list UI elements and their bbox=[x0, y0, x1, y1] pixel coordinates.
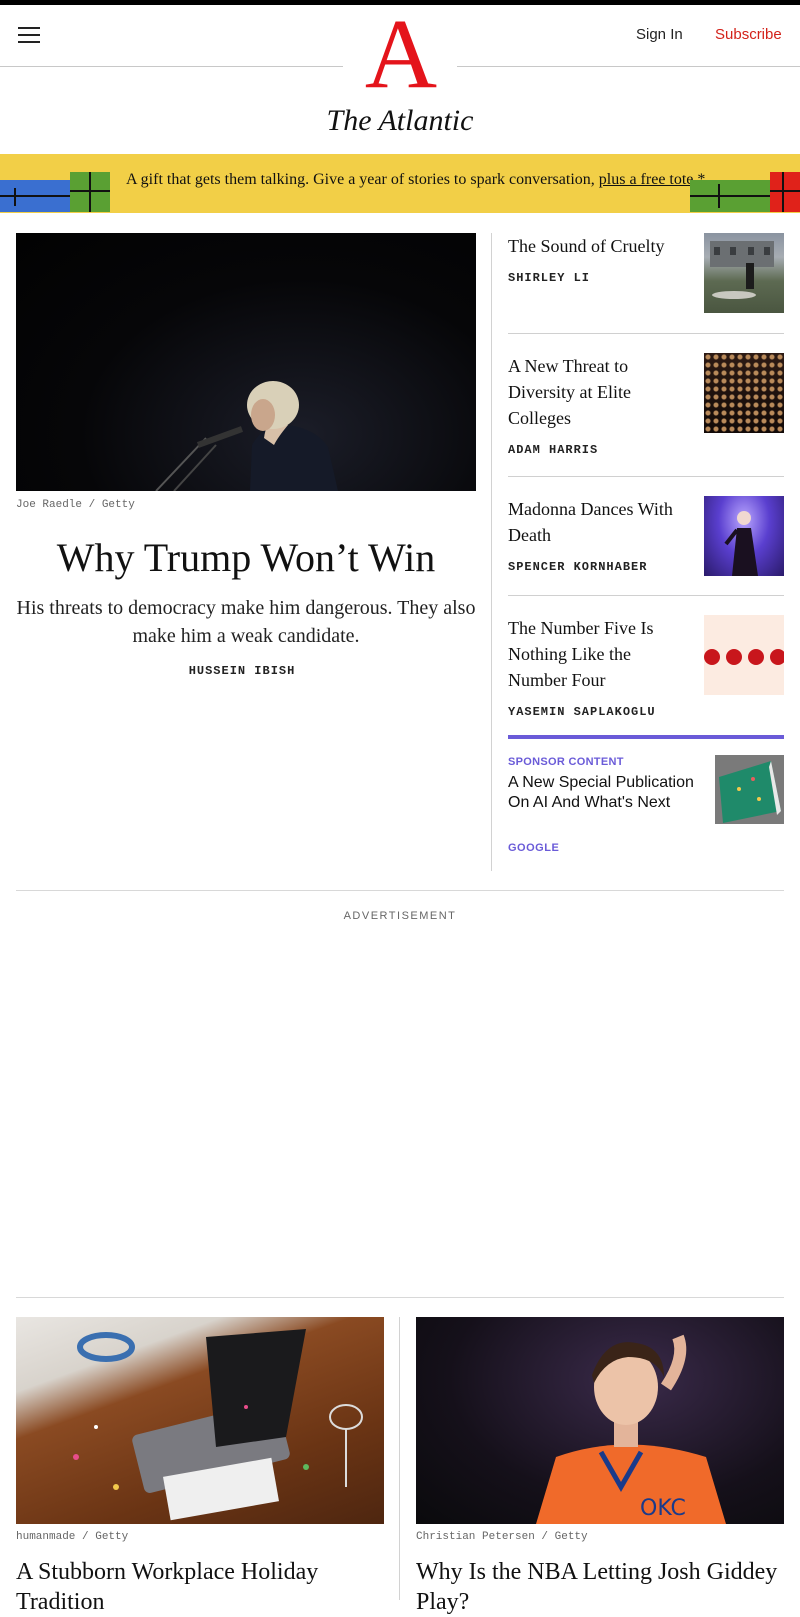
side-story-thumbnail[interactable] bbox=[704, 496, 784, 576]
side-separator bbox=[508, 333, 784, 334]
side-story-thumbnail[interactable] bbox=[704, 615, 784, 695]
hero-dek: His threats to democracy make him danger… bbox=[16, 597, 476, 647]
card-photo-credit: Christian Petersen / Getty bbox=[416, 1531, 588, 1543]
sponsor-title[interactable]: A New Special Publication On AI And What… bbox=[508, 773, 698, 813]
card-image[interactable] bbox=[16, 1317, 384, 1524]
side-story-byline[interactable]: YASEMIN SAPLAKOGLU bbox=[508, 705, 656, 719]
side-separator bbox=[508, 595, 784, 596]
section-divider bbox=[16, 890, 784, 891]
hero-photo-credit: Joe Raedle / Getty bbox=[16, 499, 135, 511]
promo-text: A gift that gets them talking. Give a ye… bbox=[126, 171, 705, 189]
side-story-thumbnail[interactable] bbox=[704, 353, 784, 433]
subscribe-link[interactable]: Subscribe bbox=[715, 26, 782, 43]
card-title[interactable]: Why Is the NBA Letting Josh Giddey Play? bbox=[416, 1557, 784, 1617]
sponsor-accent-bar bbox=[508, 735, 784, 739]
sponsor-label: SPONSOR CONTENT bbox=[508, 756, 624, 768]
card-photo-credit: humanmade / Getty bbox=[16, 1531, 129, 1543]
gift-box-icon bbox=[0, 180, 72, 212]
atlantic-logo[interactable]: A bbox=[350, 4, 450, 104]
gift-box-icon bbox=[70, 172, 110, 212]
free-tote-link[interactable]: plus a free tote. bbox=[599, 171, 698, 188]
sign-in-link[interactable]: Sign In bbox=[636, 26, 683, 43]
card-title[interactable]: A Stubborn Workplace Holiday Tradition bbox=[16, 1557, 384, 1617]
hero-byline[interactable]: HUSSEIN IBISH bbox=[16, 664, 468, 678]
side-separator bbox=[508, 476, 784, 477]
side-story-title[interactable]: The Number Five Is Nothing Like the Numb… bbox=[508, 615, 688, 693]
side-story-byline[interactable]: ADAM HARRIS bbox=[508, 443, 598, 457]
card-divider bbox=[399, 1317, 400, 1600]
gift-box-icon bbox=[690, 180, 772, 212]
sponsor-thumbnail[interactable] bbox=[715, 755, 784, 824]
promo-copy: A gift that gets them talking. Give a ye… bbox=[126, 171, 599, 188]
hero-image[interactable] bbox=[16, 233, 476, 491]
hero-headline[interactable]: Why Trump Won’t Win bbox=[16, 534, 476, 582]
svg-text:OKC: OKC bbox=[640, 1496, 686, 1521]
card-image[interactable]: OKC bbox=[416, 1317, 784, 1524]
menu-icon[interactable] bbox=[18, 26, 40, 44]
header-rule-right bbox=[457, 66, 800, 67]
advertisement-label: ADVERTISEMENT bbox=[343, 910, 457, 922]
gift-box-icon bbox=[770, 172, 800, 212]
gift-promo-banner[interactable]: A gift that gets them talking. Give a ye… bbox=[0, 154, 800, 213]
side-story-byline[interactable]: SPENCER KORNHABER bbox=[508, 560, 647, 574]
side-story-thumbnail[interactable] bbox=[704, 233, 784, 313]
side-story-byline[interactable]: SHIRLEY LI bbox=[508, 271, 590, 285]
header-rule-left bbox=[0, 66, 343, 67]
side-story-title[interactable]: Madonna Dances With Death bbox=[508, 496, 688, 548]
section-divider bbox=[16, 1297, 784, 1298]
wordmark[interactable]: The Atlantic bbox=[250, 104, 550, 138]
column-divider bbox=[491, 233, 492, 871]
side-story-title[interactable]: The Sound of Cruelty bbox=[508, 233, 688, 259]
side-story-title[interactable]: A New Threat to Diversity at Elite Colle… bbox=[508, 353, 688, 431]
sponsor-advertiser[interactable]: GOOGLE bbox=[508, 842, 559, 854]
